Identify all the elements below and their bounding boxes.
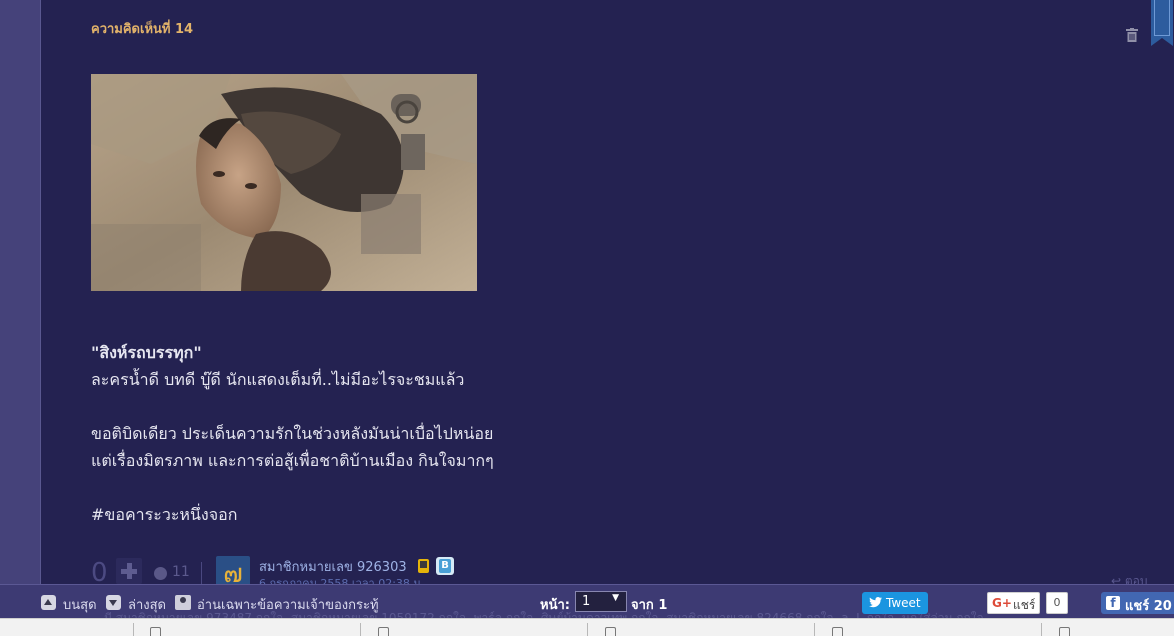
divider — [201, 562, 202, 584]
facebook-share-button[interactable]: f แชร์ 20 — [1101, 592, 1174, 614]
comment-action-row: 0 11 ๗ สมาชิกหมายเลข 926303 B 6 กรกฎาคม … — [91, 556, 1151, 607]
blog-badge-icon[interactable]: B — [436, 557, 454, 575]
mobile-badge-icon — [418, 559, 429, 573]
owner-filter-icon — [175, 595, 191, 610]
svg-text:๗: ๗ — [223, 559, 243, 586]
comment-card: ความคิดเห็นที่ 14 "สิงห์รถบรรทุก" ละครน้… — [40, 0, 1174, 607]
tweet-button[interactable]: Tweet — [862, 592, 928, 614]
tab-page-icon[interactable] — [832, 627, 843, 636]
gplus-share-button[interactable]: G+ แชร์ — [987, 592, 1040, 614]
tab-page-icon[interactable] — [605, 627, 616, 636]
tab-page-icon[interactable] — [1059, 627, 1070, 636]
arrow-up-icon — [41, 595, 56, 610]
comment-hashtag: #ขอคาระวะหนึ่งจอก — [91, 505, 238, 524]
comment-line-1: ละครน้ำดี บทดี บู๊ดี นักแสดงเต็มที่..ไม่… — [91, 370, 465, 389]
scroll-top-label: บนสุด — [63, 598, 97, 613]
facebook-share-label: แชร์ 20 — [1125, 599, 1172, 614]
bottom-toolbar: มี สมาชิกหมายเลข 973487 ถูกใจ, สมาชิกหมา… — [0, 584, 1174, 625]
emotion-icon[interactable] — [154, 567, 167, 580]
facebook-icon: f — [1106, 596, 1120, 610]
browser-tab-strip — [0, 618, 1174, 636]
left-gutter — [0, 0, 40, 636]
comment-body: "สิงห์รถบรรทุก" ละครน้ำดี บทดี บู๊ดี นัก… — [91, 339, 691, 528]
page-select-value: 1 — [582, 594, 591, 609]
bookmark-ribbon-icon[interactable] — [1151, 0, 1173, 46]
comment-number-label: ความคิดเห็นที่ 14 — [91, 22, 194, 37]
tab-separator — [360, 623, 361, 636]
owner-only-label: อ่านเฉพาะข้อความเจ้าของกระทู้ — [197, 598, 379, 613]
tab-separator — [1041, 623, 1042, 636]
chevron-down-icon: ▼ — [612, 593, 619, 603]
twitter-bird-icon — [869, 597, 882, 608]
tab-separator — [814, 623, 815, 636]
arrow-down-icon — [106, 595, 121, 610]
tab-separator — [587, 623, 588, 636]
page-total: จาก 1 — [631, 598, 668, 613]
page-label: หน้า: — [540, 598, 570, 613]
comment-line-2: ขอติบิดเดียว ประเด็นความรักในช่วงหลังมัน… — [91, 424, 494, 443]
blog-badge-letter: B — [439, 559, 451, 573]
tab-page-icon[interactable] — [150, 627, 161, 636]
vote-plus-button[interactable] — [116, 558, 142, 584]
gplus-share-count: 0 — [1046, 592, 1068, 614]
page-select[interactable]: 1 ▼ — [575, 591, 627, 612]
gplus-icon: G+ — [992, 596, 1012, 610]
tab-page-icon[interactable] — [378, 627, 389, 636]
emotion-count: 11 — [172, 564, 190, 580]
avatar[interactable]: ๗ — [216, 556, 250, 586]
tab-separator — [133, 623, 134, 636]
gplus-label: แชร์ — [1013, 598, 1036, 612]
comment-line-3: แต่เรื่องมิตรภาพ และการต่อสู้เพื่อชาติบ้… — [91, 451, 494, 470]
comment-title: "สิงห์รถบรรทุก" — [91, 343, 202, 362]
trash-icon[interactable] — [1126, 28, 1138, 42]
scroll-bottom-label: ล่างสุด — [128, 598, 166, 613]
comment-photo — [91, 74, 477, 291]
tweet-label: Tweet — [886, 596, 921, 610]
